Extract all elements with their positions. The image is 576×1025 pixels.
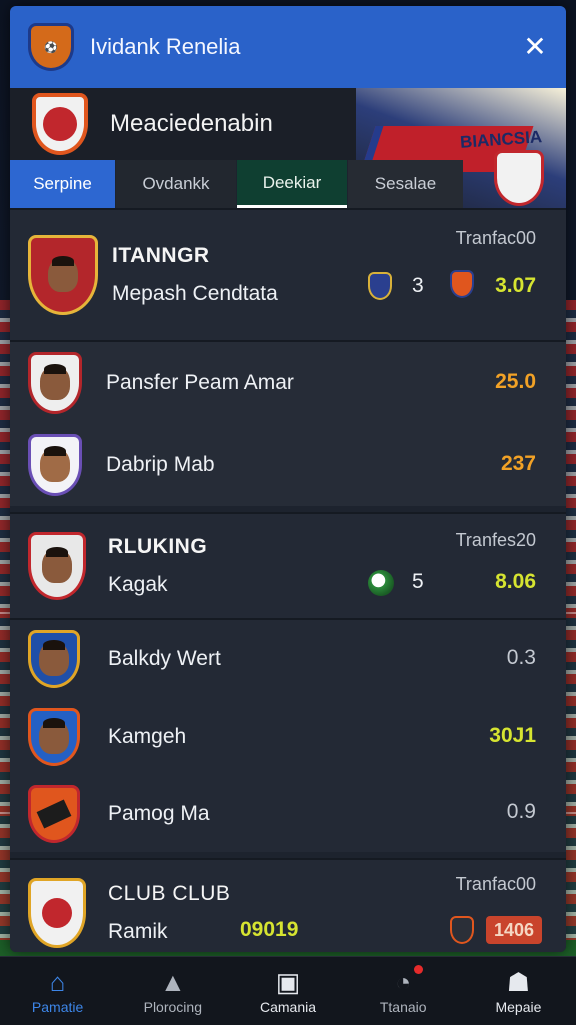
nav-item-mepaie[interactable]: ☗ Mepaie [461, 957, 576, 1025]
player-name: Ramik [108, 920, 168, 943]
nav-item-ttanaio[interactable]: ◔ Ttanaio [346, 957, 461, 1025]
list-item[interactable]: Pansfer Peam Amar 25.0 [10, 342, 566, 424]
player-face-icon [39, 718, 69, 754]
player-value: 3.07 [495, 274, 536, 297]
player-value: 0.3 [506, 646, 536, 669]
banner-text: BIANCSIA [459, 127, 543, 152]
player-face-icon [42, 547, 72, 583]
nav-item-camania[interactable]: ▣ Camania [230, 957, 345, 1025]
player-value: 25.0 [495, 370, 536, 393]
list-item[interactable]: Dabrip Mab 237 [10, 424, 566, 506]
player-avatar [28, 532, 86, 600]
nav-label: Mepaie [495, 999, 542, 1015]
player-name: Mepash Cendtata [112, 282, 278, 305]
timer-icon: ◔ [395, 967, 412, 997]
player-value: 8.06 [495, 570, 536, 593]
notification-dot [413, 965, 423, 974]
player-group: Pansfer Peam Amar 25.0 Dabrip Mab 237 [10, 340, 566, 506]
player-value: 30J1 [489, 724, 536, 747]
club-badge-icon [450, 270, 474, 298]
club-name: Meaciedenabin [110, 110, 273, 137]
badge-count: 3 [412, 274, 424, 297]
player-name: Dabrip Mab [106, 453, 215, 476]
nav-label: Plorocing [143, 999, 202, 1015]
mid-value: 09019 [240, 918, 299, 941]
stadium-icon: ▲ [159, 967, 186, 997]
nav-item-plorocing[interactable]: ▲ Plorocing [115, 957, 230, 1025]
player-value: 1406 [486, 916, 542, 944]
club-badge-icon [450, 916, 474, 944]
bottom-navigation: ⌂ Pamatie ▲ Plorocing ▣ Camania ◔ Ttanai… [0, 956, 576, 1025]
list-item[interactable]: ITANNGR Mepash Cendtata Tranfac00 3 3.07 [10, 210, 566, 340]
transfer-panel: ⚽ Ividank Renelia ✕ Meaciedenabin BIANCS… [10, 6, 566, 952]
list-item[interactable]: Kamgeh 30J1 [10, 698, 566, 776]
player-avatar [28, 878, 86, 948]
tab-deekiar[interactable]: Deekiar [237, 160, 347, 208]
nav-item-pamatie[interactable]: ⌂ Pamatie [0, 957, 115, 1025]
player-avatar [28, 785, 80, 843]
nav-label: Pamatie [31, 999, 84, 1015]
group-label: Tranfac00 [455, 874, 536, 894]
tactics-board-icon: ▣ [275, 967, 301, 997]
player-group: CLUB CLUB Ramik Tranfac00 09019 1406 [10, 858, 566, 952]
football-icon [368, 570, 394, 596]
player-face-icon [40, 364, 70, 400]
club-crest-icon [32, 93, 88, 155]
player-avatar [28, 630, 80, 688]
tab-serpine[interactable]: Serpine [10, 160, 115, 208]
player-group: RLUKING Kagak Tranfes20 5 8.06 [10, 512, 566, 618]
player-name: Pansfer Peam Amar [106, 371, 294, 394]
player-avatar [28, 352, 82, 414]
group-label: Tranfac00 [455, 228, 536, 248]
list-item[interactable]: CLUB CLUB Ramik Tranfac00 09019 1406 [10, 860, 566, 952]
tab-bar: Serpine Ovdankk Deekiar Sesalae [10, 160, 566, 208]
league-logo-icon: ⚽ [28, 23, 74, 71]
player-name: Pamog Ma [108, 802, 210, 825]
club-badge-icon [368, 272, 392, 300]
club-header: Meaciedenabin BIANCSIA [10, 88, 566, 218]
list-item[interactable]: Balkdy Wert 0.3 [10, 620, 566, 698]
player-face-icon [48, 256, 78, 292]
player-face-icon [39, 640, 69, 676]
player-group: Balkdy Wert 0.3 Kamgeh 30J1 Pamog Ma 0.9 [10, 618, 566, 852]
tab-ovdankk[interactable]: Ovdankk [116, 160, 236, 208]
profile-icon: ☗ [506, 967, 531, 997]
player-name: Balkdy Wert [108, 647, 221, 670]
title-bar: ⚽ Ividank Renelia ✕ [10, 6, 566, 88]
group-label: Tranfes20 [455, 530, 536, 550]
player-value: 0.9 [506, 800, 536, 823]
list-item[interactable]: RLUKING Kagak Tranfes20 5 8.06 [10, 514, 566, 618]
group-title: RLUKING [108, 535, 208, 558]
player-name: Kamgeh [108, 725, 187, 748]
group-title: CLUB CLUB [108, 882, 231, 905]
player-avatar [28, 434, 82, 496]
player-face-icon [40, 446, 70, 482]
close-icon[interactable]: ✕ [520, 32, 550, 62]
nav-label: Ttanaio [379, 999, 427, 1015]
home-icon: ⌂ [49, 967, 66, 997]
badge-count: 5 [412, 570, 424, 593]
nav-label: Camania [259, 999, 317, 1015]
list-item[interactable]: Pamog Ma 0.9 [10, 776, 566, 852]
tab-sesalae[interactable]: Sesalae [348, 160, 463, 208]
player-avatar [28, 708, 80, 766]
window-title: Ividank Renelia [90, 34, 241, 59]
player-name: Kagak [108, 573, 168, 596]
player-avatar [28, 235, 98, 315]
group-title: ITANNGR [112, 244, 210, 267]
player-value: 237 [500, 452, 536, 475]
player-group: ITANNGR Mepash Cendtata Tranfac00 3 3.07 [10, 208, 566, 340]
